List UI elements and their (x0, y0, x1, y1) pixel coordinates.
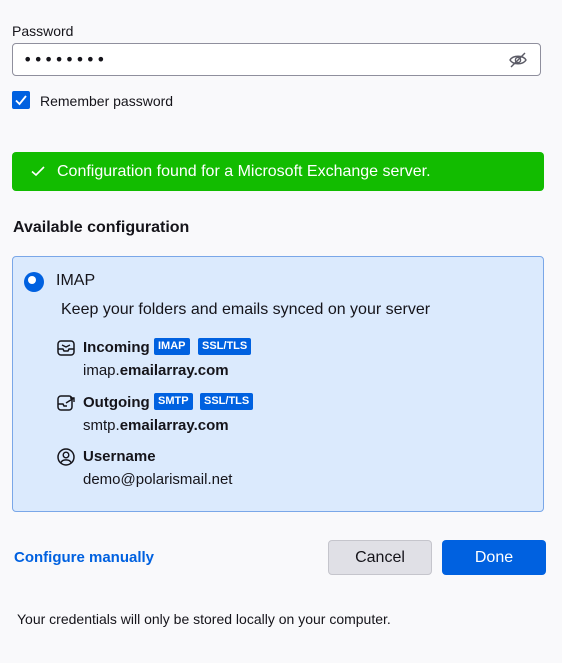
imap-config-card[interactable]: IMAP Keep your folders and emails synced… (12, 256, 544, 512)
protocol-name: IMAP (56, 272, 96, 289)
eye-slash-icon[interactable] (508, 51, 528, 69)
check-icon (31, 166, 45, 177)
done-button[interactable]: Done (442, 540, 546, 575)
imap-radio[interactable] (24, 272, 44, 292)
config-found-banner: Configuration found for a Microsoft Exch… (12, 152, 544, 191)
checkmark-icon (15, 95, 27, 106)
outgoing-security-badge: SSL/TLS (200, 393, 254, 410)
protocol-description: Keep your folders and emails synced on y… (61, 301, 431, 318)
username-value: demo@polarismail.net (83, 471, 233, 488)
outgoing-host: smtp.emailarray.com (83, 417, 229, 434)
incoming-host: imap.emailarray.com (83, 362, 229, 379)
password-label: Password (12, 23, 74, 39)
configure-manually-link[interactable]: Configure manually (14, 549, 154, 566)
outbox-icon (57, 395, 75, 411)
inbox-icon (57, 340, 75, 356)
password-field[interactable]: •••••••• (12, 43, 541, 76)
remember-label[interactable]: Remember password (40, 93, 173, 109)
remember-checkbox[interactable] (12, 91, 30, 109)
incoming-label: Incoming (83, 339, 150, 356)
password-value: •••••••• (23, 50, 107, 69)
user-icon (57, 448, 75, 466)
outgoing-protocol-badge: SMTP (154, 393, 193, 410)
cancel-button[interactable]: Cancel (328, 540, 432, 575)
username-label: Username (83, 448, 156, 465)
incoming-security-badge: SSL/TLS (198, 338, 252, 355)
banner-text: Configuration found for a Microsoft Exch… (57, 163, 431, 180)
section-title: Available configuration (13, 219, 190, 236)
incoming-protocol-badge: IMAP (154, 338, 190, 355)
outgoing-label: Outgoing (83, 394, 150, 411)
credentials-note: Your credentials will only be stored loc… (17, 611, 391, 627)
